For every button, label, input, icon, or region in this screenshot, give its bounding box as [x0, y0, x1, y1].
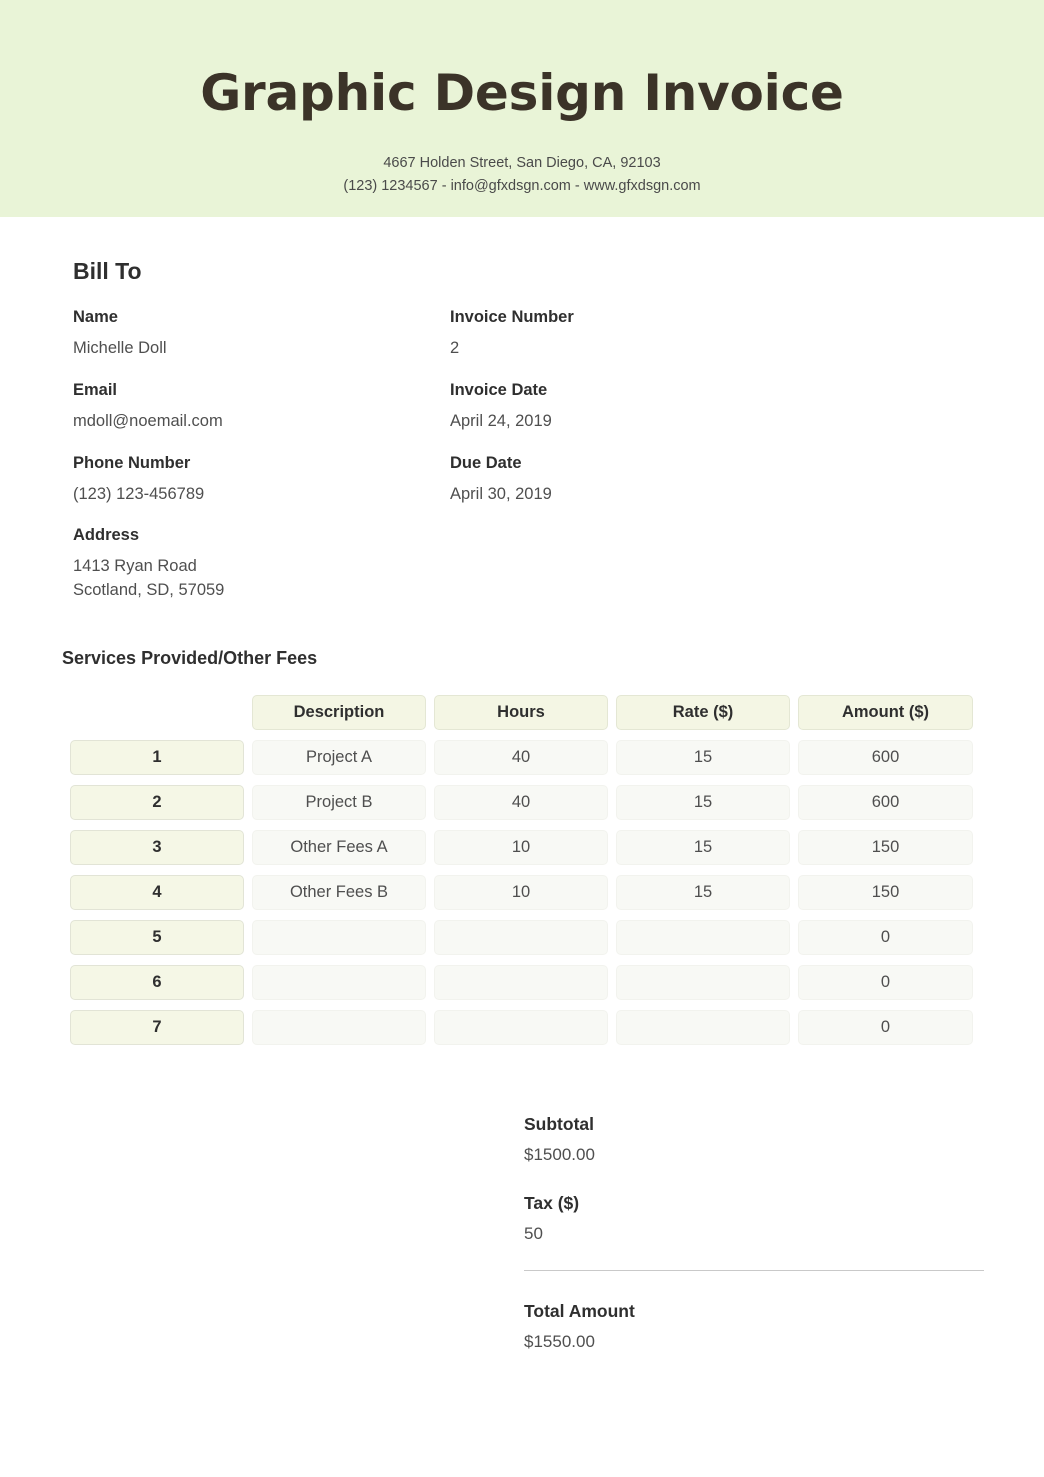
table-header-cell-index — [70, 695, 244, 730]
row-description[interactable]: Project B — [252, 785, 426, 820]
total-amount-label: Total Amount — [524, 1301, 635, 1321]
row-index: 5 — [70, 920, 244, 955]
table-header-cell-description: Description — [252, 695, 426, 730]
field-email: Email mdoll@noemail.com — [73, 379, 223, 433]
bill-to-heading: Bill To — [73, 258, 142, 284]
row-rate[interactable]: 15 — [616, 875, 790, 910]
field-phone-number: Phone Number (123) 123-456789 — [73, 452, 204, 506]
invoice-page: Graphic Design Invoice 4667 Holden Stree… — [0, 0, 1044, 1477]
table-header-cell-rate: Rate ($) — [616, 695, 790, 730]
row-hours[interactable]: 10 — [434, 830, 608, 865]
table-row: 7 0 — [0, 1010, 1044, 1055]
services-heading: Services Provided/Other Fees — [62, 648, 318, 668]
tax-block: Tax ($) 50 — [524, 1191, 984, 1246]
totals-section: Subtotal $1500.00 Tax ($) 50 Total Amoun… — [524, 1112, 984, 1378]
field-phone-number-label: Phone Number — [73, 454, 191, 472]
row-rate[interactable]: 15 — [616, 740, 790, 775]
field-address-value[interactable]: 1413 Ryan Road Scotland, SD, 57059 — [73, 554, 224, 602]
row-hours[interactable] — [434, 965, 608, 1000]
table-row: 2 Project B 40 15 600 — [0, 785, 1044, 830]
table-row: 5 0 — [0, 920, 1044, 965]
row-amount[interactable]: 600 — [798, 740, 973, 775]
table-row: 3 Other Fees A 10 15 150 — [0, 830, 1044, 875]
row-index: 6 — [70, 965, 244, 1000]
row-rate[interactable] — [616, 920, 790, 955]
field-invoice-date-value[interactable]: April 24, 2019 — [450, 409, 552, 433]
field-invoice-date: Invoice Date April 24, 2019 — [450, 379, 552, 433]
row-index: 7 — [70, 1010, 244, 1045]
field-phone-number-value[interactable]: (123) 123-456789 — [73, 482, 204, 506]
subtotal-value: $1500.00 — [524, 1145, 595, 1164]
row-description[interactable] — [252, 965, 426, 1000]
subtotal-block: Subtotal $1500.00 — [524, 1112, 984, 1167]
table-header-cell-amount: Amount ($) — [798, 695, 973, 730]
row-hours[interactable]: 40 — [434, 785, 608, 820]
row-amount[interactable]: 150 — [798, 830, 973, 865]
row-rate[interactable]: 15 — [616, 785, 790, 820]
row-description[interactable] — [252, 1010, 426, 1045]
totals-divider — [524, 1270, 984, 1271]
total-amount-block: Total Amount $1550.00 — [524, 1299, 984, 1354]
row-hours[interactable] — [434, 920, 608, 955]
row-hours[interactable]: 40 — [434, 740, 608, 775]
field-address-label: Address — [73, 526, 140, 544]
field-name: Name Michelle Doll — [73, 306, 167, 360]
row-description[interactable]: Project A — [252, 740, 426, 775]
tax-value[interactable]: 50 — [524, 1222, 984, 1246]
subtotal-label: Subtotal — [524, 1114, 594, 1134]
table-row: 1 Project A 40 15 600 — [0, 740, 1044, 785]
field-invoice-number-value[interactable]: 2 — [450, 336, 574, 360]
row-rate[interactable] — [616, 1010, 790, 1045]
field-invoice-number-label: Invoice Number — [450, 308, 574, 326]
field-invoice-number: Invoice Number 2 — [450, 306, 574, 360]
row-hours[interactable]: 10 — [434, 875, 608, 910]
field-name-label: Name — [73, 308, 118, 326]
row-index: 4 — [70, 875, 244, 910]
row-index: 1 — [70, 740, 244, 775]
field-email-label: Email — [73, 381, 118, 399]
row-description[interactable]: Other Fees A — [252, 830, 426, 865]
field-due-date: Due Date April 30, 2019 — [450, 452, 552, 506]
row-description[interactable] — [252, 920, 426, 955]
row-rate[interactable] — [616, 965, 790, 1000]
row-amount[interactable]: 600 — [798, 785, 973, 820]
field-due-date-label: Due Date — [450, 454, 522, 472]
row-amount[interactable]: 0 — [798, 1010, 973, 1045]
table-header-cell-hours: Hours — [434, 695, 608, 730]
field-address: Address 1413 Ryan Road Scotland, SD, 570… — [73, 524, 224, 602]
row-index: 3 — [70, 830, 244, 865]
page-title: Graphic Design Invoice — [200, 64, 844, 122]
field-due-date-value[interactable]: April 30, 2019 — [450, 482, 552, 506]
row-description[interactable]: Other Fees B — [252, 875, 426, 910]
row-amount[interactable]: 0 — [798, 920, 973, 955]
company-address: 4667 Holden Street, San Diego, CA, 92103 — [383, 155, 661, 171]
field-email-value[interactable]: mdoll@noemail.com — [73, 409, 223, 433]
row-rate[interactable]: 15 — [616, 830, 790, 865]
table-header-row: Description Hours Rate ($) Amount ($) — [0, 695, 1044, 740]
company-contact: (123) 1234567 - info@gfxdsgn.com - www.g… — [343, 178, 701, 194]
row-hours[interactable] — [434, 1010, 608, 1045]
tax-label: Tax ($) — [524, 1193, 580, 1213]
table-row: 6 0 — [0, 965, 1044, 1010]
row-amount[interactable]: 150 — [798, 875, 973, 910]
services-table: Description Hours Rate ($) Amount ($) 1 … — [0, 695, 1044, 1055]
row-amount[interactable]: 0 — [798, 965, 973, 1000]
field-name-value[interactable]: Michelle Doll — [73, 336, 167, 360]
total-amount-value: $1550.00 — [524, 1332, 595, 1351]
row-index: 2 — [70, 785, 244, 820]
field-invoice-date-label: Invoice Date — [450, 381, 548, 399]
table-row: 4 Other Fees B 10 15 150 — [0, 875, 1044, 920]
